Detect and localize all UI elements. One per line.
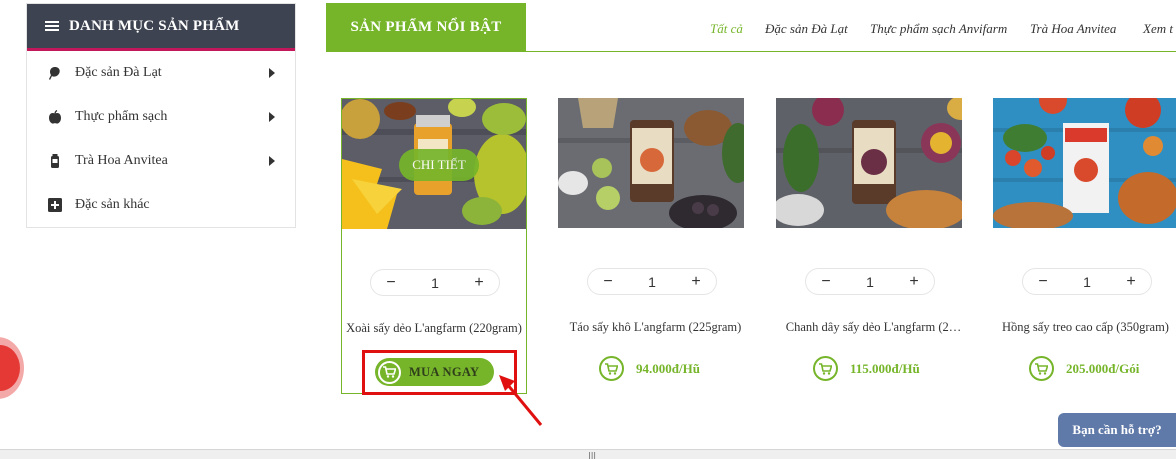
category-sidebar: DANH MỤC SẢN PHẨM Đặc sản Đà Lạt Thực ph… (26, 3, 296, 228)
cart-icon[interactable] (1029, 356, 1054, 381)
price-row: 94.000đ/Hũ (599, 356, 700, 381)
product-price: 205.000đ/Gói (1066, 360, 1140, 376)
sidebar-item-dac-san-khac[interactable]: Đặc sản khác (27, 183, 295, 227)
increase-button[interactable]: + (688, 273, 704, 291)
featured-products-tab[interactable]: SẢN PHẨM NỔI BẬT (326, 3, 526, 52)
sidebar-item-tra-hoa-anvitea[interactable]: Trà Hoa Anvitea (27, 139, 295, 183)
filter-thuc-pham-sach-anvifarm[interactable]: Thực phẩm sạch Anvifarm (870, 21, 1007, 37)
filter-xem-them[interactable]: Xem t (1143, 21, 1173, 37)
contact-icon (0, 345, 20, 391)
divider (526, 51, 1176, 52)
quantity-value[interactable]: 1 (866, 274, 874, 290)
cart-icon[interactable] (599, 356, 624, 381)
product-price: 94.000đ/Hũ (636, 360, 700, 376)
decrease-button[interactable]: − (818, 273, 834, 291)
arrow-annotation (499, 375, 543, 426)
scrollbar-grip-icon[interactable]: ||| (588, 451, 596, 459)
increase-button[interactable]: + (471, 274, 487, 292)
quantity-stepper: − 1 + (587, 268, 717, 295)
product-name[interactable]: Hồng sấy treo cao cấp (350gram) (993, 320, 1176, 335)
filter-dac-san-da-lat[interactable]: Đặc sản Đà Lạt (765, 21, 848, 37)
sidebar-item-dac-san-da-lat[interactable]: Đặc sản Đà Lạt (27, 51, 295, 95)
apple-icon (47, 109, 63, 125)
help-button[interactable]: Bạn cần hỗ trợ? (1058, 413, 1176, 447)
product-name[interactable]: Chanh dây sấy dẻo L'angfarm (2… (776, 320, 971, 335)
product-name[interactable]: Táo sấy khô L'angfarm (225gram) (558, 320, 753, 335)
decrease-button[interactable]: − (600, 273, 616, 291)
sidebar-item-label: Trà Hoa Anvitea (75, 153, 168, 168)
caret-right-icon (269, 68, 275, 78)
sidebar-item-label: Thực phẩm sạch (75, 109, 168, 124)
filter-all[interactable]: Tất cả (710, 21, 743, 37)
tea-bottle-icon (47, 153, 63, 169)
plus-box-icon (47, 197, 63, 213)
buy-now-button[interactable]: MUA NGAY (375, 358, 494, 386)
cart-icon[interactable] (813, 356, 838, 381)
product-image[interactable] (993, 98, 1176, 228)
leaf-icon (47, 65, 63, 81)
caret-right-icon (269, 156, 275, 166)
product-price: 115.000đ/Hũ (850, 360, 920, 376)
buy-now-label: MUA NGAY (409, 364, 480, 379)
product-card[interactable]: − 1 + Chanh dây sấy dẻo L'angfarm (2… 11… (776, 98, 962, 394)
decrease-button[interactable]: − (383, 274, 399, 292)
quantity-value[interactable]: 1 (648, 274, 656, 290)
product-image[interactable]: CHI TIẾT (342, 99, 526, 229)
sidebar-item-thuc-pham-sach[interactable]: Thực phẩm sạch (27, 95, 295, 139)
increase-button[interactable]: + (1123, 273, 1139, 291)
quantity-stepper: − 1 + (1022, 268, 1152, 295)
sidebar-title: DANH MỤC SẢN PHẨM (69, 17, 240, 34)
price-row: 115.000đ/Hũ (813, 356, 920, 381)
decrease-button[interactable]: − (1035, 273, 1051, 291)
product-image[interactable] (558, 98, 744, 228)
sidebar-item-label: Đặc sản khác (75, 197, 150, 212)
product-image[interactable] (776, 98, 962, 228)
menu-icon (45, 20, 59, 32)
product-card[interactable]: − 1 + Hồng sấy treo cao cấp (350gram) 20… (993, 98, 1176, 394)
product-name[interactable]: Xoài sấy dẻo L'angfarm (220gram) (342, 321, 526, 336)
quantity-value[interactable]: 1 (431, 275, 439, 291)
page: DANH MỤC SẢN PHẨM Đặc sản Đà Lạt Thực ph… (0, 0, 1176, 459)
filter-tra-hoa-anvitea[interactable]: Trà Hoa Anvitea (1030, 21, 1116, 37)
caret-right-icon (269, 112, 275, 122)
detail-button[interactable]: CHI TIẾT (399, 149, 479, 181)
highlight-box: MUA NGAY (362, 350, 517, 395)
product-card[interactable]: − 1 + Táo sấy khô L'angfarm (225gram) 94… (558, 98, 744, 394)
quantity-stepper: − 1 + (370, 269, 500, 296)
cart-icon (378, 360, 401, 384)
quantity-stepper: − 1 + (805, 268, 935, 295)
sidebar-item-label: Đặc sản Đà Lạt (75, 65, 162, 80)
price-row: 205.000đ/Gói (1029, 356, 1139, 381)
sidebar-header: DANH MỤC SẢN PHẨM (27, 4, 295, 51)
increase-button[interactable]: + (906, 273, 922, 291)
floating-contact-bubble[interactable] (0, 337, 24, 399)
quantity-value[interactable]: 1 (1083, 274, 1091, 290)
horizontal-scrollbar[interactable]: ||| (0, 449, 1176, 459)
